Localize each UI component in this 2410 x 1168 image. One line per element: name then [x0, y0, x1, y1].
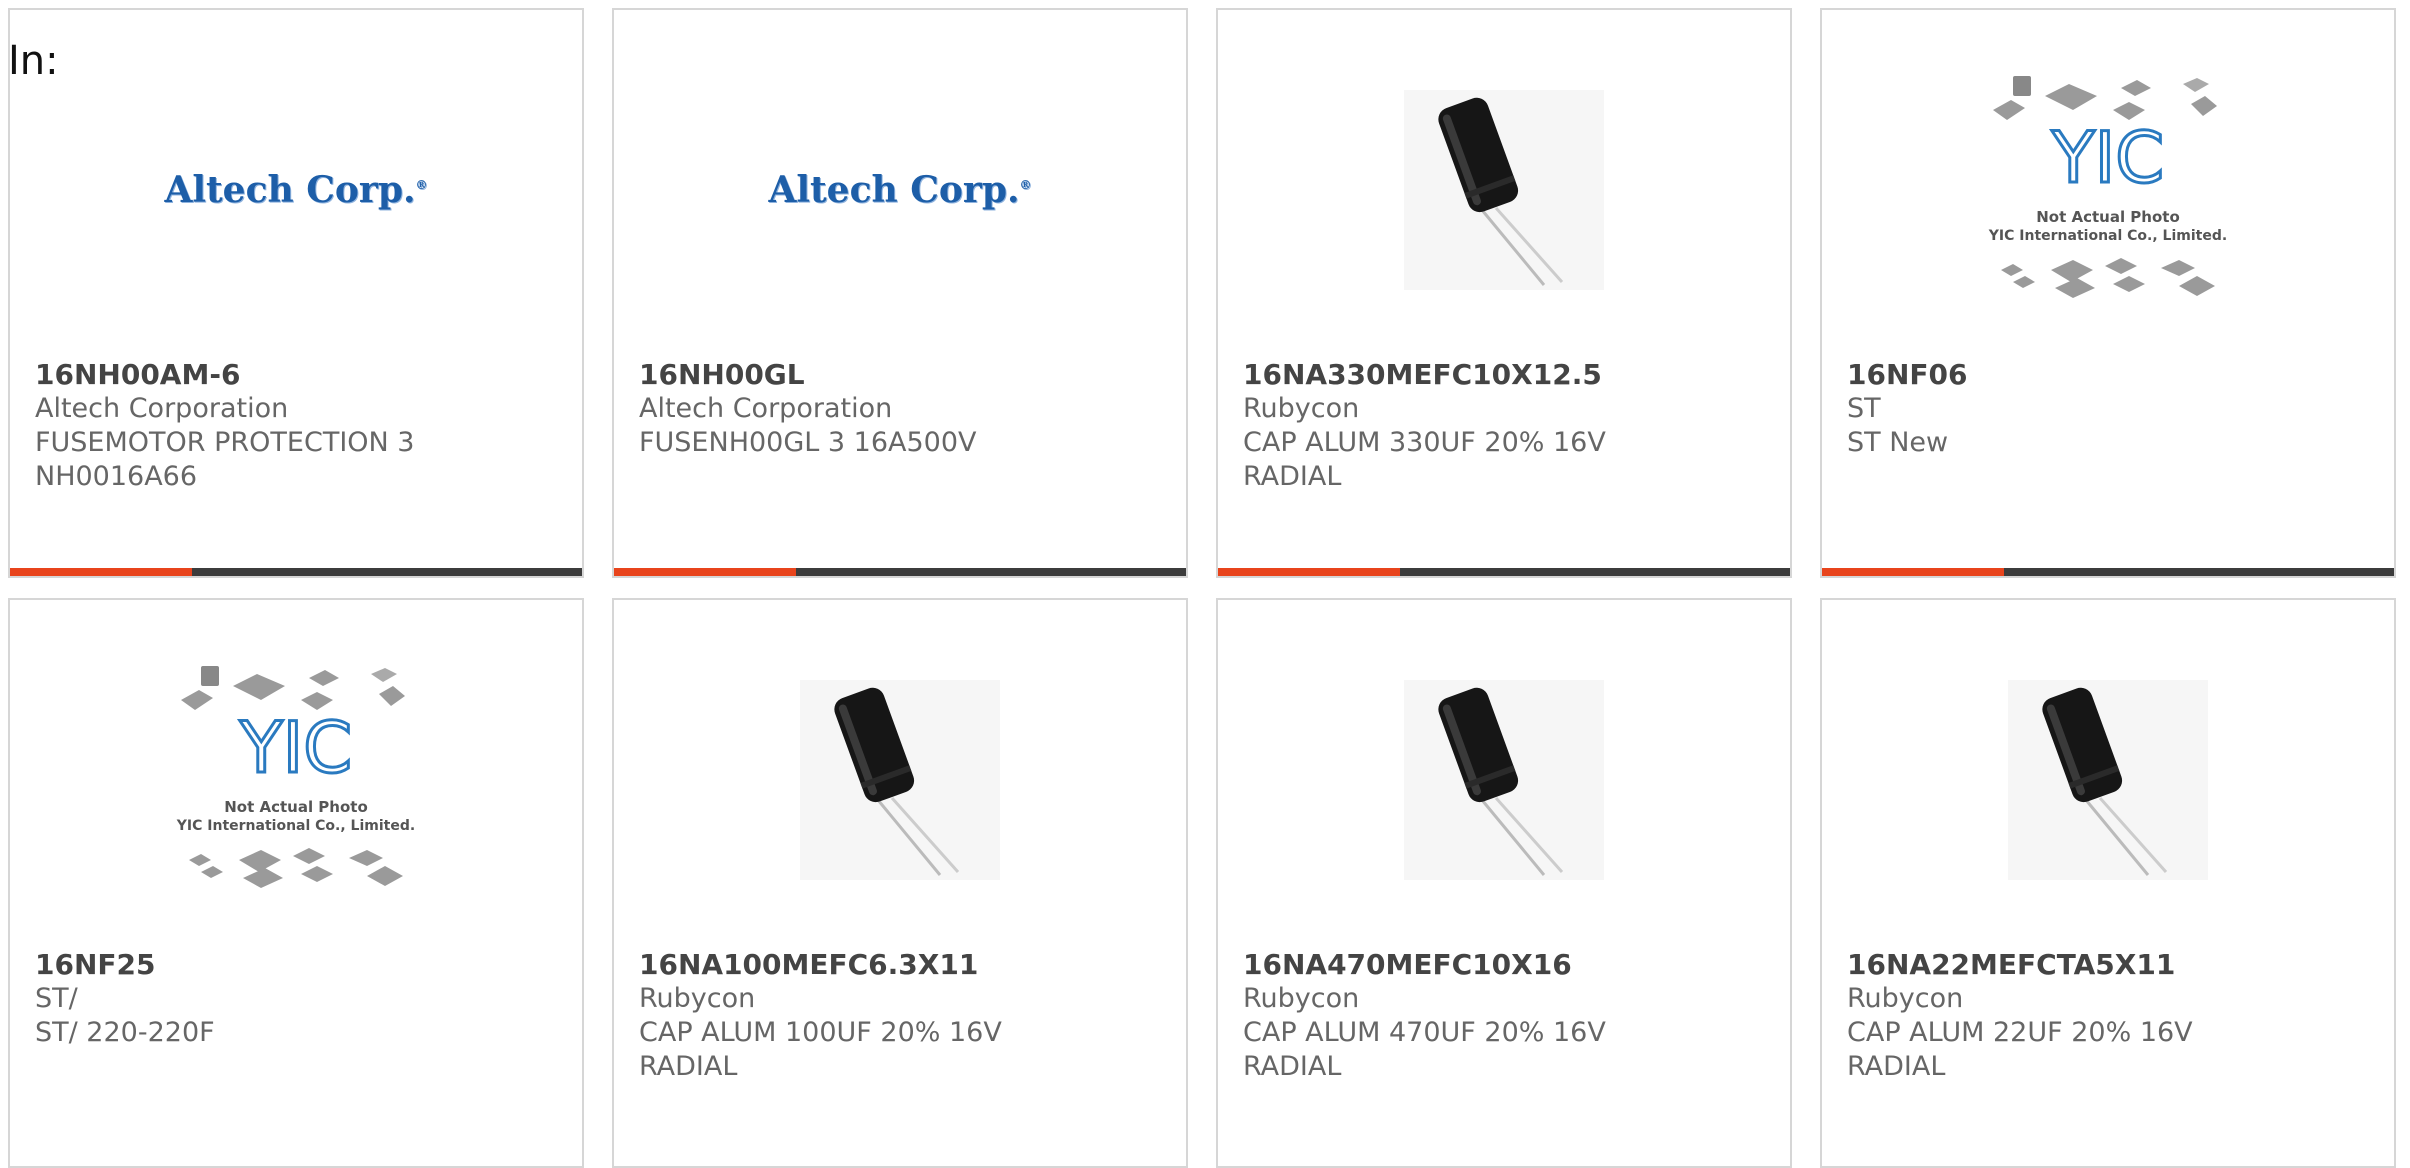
description: CAP ALUM 100UF 20% 16V [639, 1017, 1002, 1048]
product-image[interactable] [1822, 640, 2394, 920]
manufacturer: ST [1847, 393, 1881, 424]
product-card[interactable]: 16NA22MEFCTA5X11 Rubycon CAP ALUM 22UF 2… [1820, 598, 2396, 1168]
manufacturer: Rubycon [1243, 393, 1360, 424]
svg-text:YIC International Co., Limited: YIC International Co., Limited. [1988, 228, 2227, 244]
part-number[interactable]: 16NA100MEFC6.3X11 [639, 948, 1166, 982]
capacitor-photo [1404, 680, 1604, 880]
description-cont: RADIAL [1243, 1051, 1342, 1082]
part-number[interactable]: 16NA330MEFC10X12.5 [1243, 358, 1770, 392]
svg-text:YIC International Co., Limited: YIC International Co., Limited. [176, 818, 415, 834]
product-image[interactable]: YIC Not Actual Photo YIC International C… [10, 640, 582, 920]
altech-logo: Altech Corp.® [768, 169, 1032, 211]
product-card[interactable]: Altech Corp.® 16NH00GL Altech Corporatio… [612, 8, 1188, 578]
description: ST/ 220-220F [35, 1017, 215, 1048]
part-number[interactable]: 16NA22MEFCTA5X11 [1847, 948, 2374, 982]
product-image[interactable] [614, 640, 1186, 920]
description-cont: RADIAL [1243, 461, 1342, 492]
capacitor-photo [2008, 680, 2208, 880]
card-bar [1822, 568, 2394, 576]
part-number[interactable]: 16NF25 [35, 948, 562, 982]
part-number[interactable]: 16NA470MEFC10X16 [1243, 948, 1770, 982]
manufacturer: Altech Corporation [639, 393, 893, 424]
yic-placeholder-image: YIC Not Actual Photo YIC International C… [176, 666, 415, 888]
description: CAP ALUM 22UF 20% 16V [1847, 1017, 2193, 1048]
altech-logo: Altech Corp.® [164, 169, 428, 211]
description-cont: RADIAL [639, 1051, 738, 1082]
manufacturer: ST/ [35, 983, 78, 1014]
svg-text:Not Actual Photo: Not Actual Photo [224, 798, 368, 816]
product-card[interactable]: YIC Not Actual Photo YIC International C… [8, 598, 584, 1168]
capacitor-photo [1404, 90, 1604, 290]
description: ST New [1847, 427, 1949, 458]
description-cont: RADIAL [1847, 1051, 1946, 1082]
product-card[interactable]: 16NA100MEFC6.3X11 Rubycon CAP ALUM 100UF… [612, 598, 1188, 1168]
svg-text:Not Actual Photo: Not Actual Photo [2036, 208, 2180, 226]
yic-placeholder-image: YIC Not Actual Photo YIC International C… [1988, 76, 2227, 298]
svg-text:YIC: YIC [2051, 117, 2164, 199]
description: CAP ALUM 330UF 20% 16V [1243, 427, 1606, 458]
manufacturer: Altech Corporation [35, 393, 289, 424]
manufacturer: Rubycon [639, 983, 756, 1014]
product-image[interactable] [1218, 640, 1790, 920]
part-number[interactable]: 16NF06 [1847, 358, 2374, 392]
description: FUSENH00GL 3 16A500V [639, 427, 977, 458]
description: FUSEMOTOR PROTECTION 3 [35, 427, 415, 458]
svg-text:YIC: YIC [239, 707, 352, 789]
product-image[interactable]: YIC Not Actual Photo YIC International C… [1822, 50, 2394, 330]
card-bar [10, 568, 582, 576]
product-card[interactable]: Altech Corp.® 16NH00AM-6 Altech Corporat… [8, 8, 584, 578]
in-label: In: [8, 38, 59, 84]
card-bar [1218, 568, 1790, 576]
product-image[interactable]: Altech Corp.® [614, 50, 1186, 330]
part-number[interactable]: 16NH00GL [639, 358, 1166, 392]
product-image[interactable]: Altech Corp.® [10, 50, 582, 330]
product-card[interactable]: YIC Not Actual Photo YIC International C… [1820, 8, 2396, 578]
product-card[interactable]: 16NA330MEFC10X12.5 Rubycon CAP ALUM 330U… [1216, 8, 1792, 578]
manufacturer: Rubycon [1847, 983, 1964, 1014]
card-bar [614, 568, 1186, 576]
description: CAP ALUM 470UF 20% 16V [1243, 1017, 1606, 1048]
product-card[interactable]: 16NA470MEFC10X16 Rubycon CAP ALUM 470UF … [1216, 598, 1792, 1168]
capacitor-photo [800, 680, 1000, 880]
product-image[interactable] [1218, 50, 1790, 330]
description-cont: NH0016A66 [35, 461, 198, 492]
manufacturer: Rubycon [1243, 983, 1360, 1014]
part-number[interactable]: 16NH00AM-6 [35, 358, 562, 392]
